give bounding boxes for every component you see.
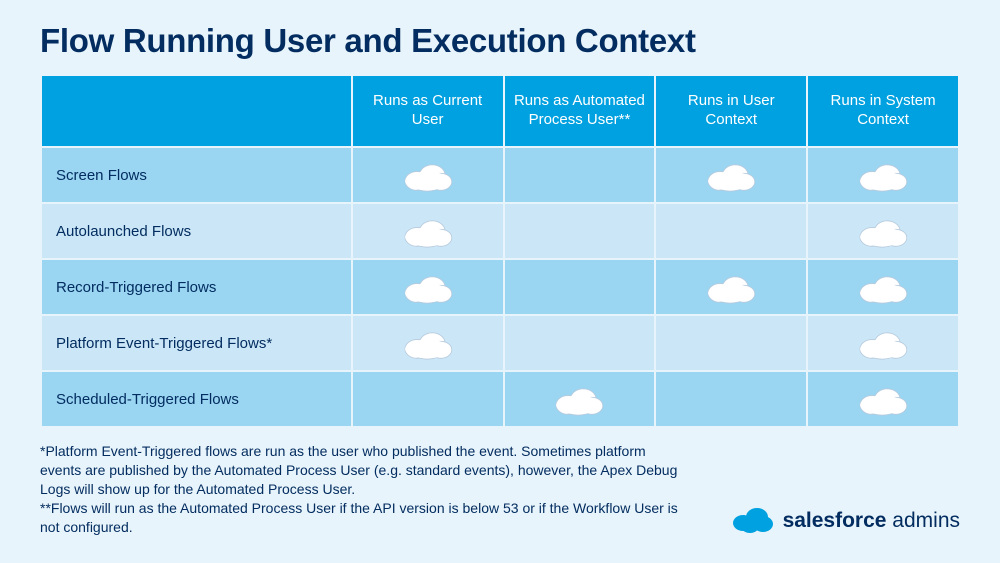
cloud-icon: [849, 222, 917, 239]
cell: [656, 372, 806, 426]
brand-light: admins: [886, 509, 960, 532]
row-label: Platform Event-Triggered Flows*: [42, 316, 351, 370]
table-row: Scheduled-Triggered Flows: [42, 372, 958, 426]
cell: [656, 204, 806, 258]
salesforce-cloud-icon: [729, 502, 775, 539]
footnote-1: *Platform Event-Triggered flows are run …: [40, 442, 680, 499]
cell: [505, 148, 655, 202]
cell: [808, 204, 958, 258]
row-label: Autolaunched Flows: [42, 204, 351, 258]
cell: [505, 372, 655, 426]
cloud-icon: [697, 166, 765, 183]
cell: [353, 316, 503, 370]
cloud-icon: [394, 166, 462, 183]
cloud-icon: [849, 166, 917, 183]
row-label: Record-Triggered Flows: [42, 260, 351, 314]
cloud-icon: [849, 278, 917, 295]
cell: [808, 372, 958, 426]
page-title: Flow Running User and Execution Context: [40, 22, 960, 60]
cell: [808, 148, 958, 202]
table-row: Screen Flows: [42, 148, 958, 202]
cloud-icon: [849, 334, 917, 351]
cell: [353, 372, 503, 426]
col-header-current-user: Runs as Current User: [353, 76, 503, 146]
table-row: Platform Event-Triggered Flows*: [42, 316, 958, 370]
cell: [656, 260, 806, 314]
row-label: Screen Flows: [42, 148, 351, 202]
col-header-automated-user: Runs as Automated Process User**: [505, 76, 655, 146]
col-header-user-context: Runs in User Context: [656, 76, 806, 146]
cell: [808, 260, 958, 314]
table-row: Autolaunched Flows: [42, 204, 958, 258]
cell: [505, 260, 655, 314]
footnote-2: **Flows will run as the Automated Proces…: [40, 499, 680, 537]
row-label: Scheduled-Triggered Flows: [42, 372, 351, 426]
cloud-icon: [697, 278, 765, 295]
cloud-icon: [394, 222, 462, 239]
cell: [505, 204, 655, 258]
brand-text: salesforce admins: [783, 509, 960, 533]
table-row: Record-Triggered Flows: [42, 260, 958, 314]
flow-context-table: Runs as Current User Runs as Automated P…: [40, 74, 960, 428]
cell: [353, 204, 503, 258]
cloud-icon: [849, 390, 917, 407]
brand: salesforce admins: [729, 502, 960, 539]
col-header-blank: [42, 76, 351, 146]
cell: [808, 316, 958, 370]
cell: [656, 148, 806, 202]
cell: [353, 148, 503, 202]
brand-strong: salesforce: [783, 509, 887, 532]
footnotes: *Platform Event-Triggered flows are run …: [40, 442, 680, 536]
col-header-system-context: Runs in System Context: [808, 76, 958, 146]
cell: [505, 316, 655, 370]
cell: [353, 260, 503, 314]
table-header-row: Runs as Current User Runs as Automated P…: [42, 76, 958, 146]
cell: [656, 316, 806, 370]
cloud-icon: [545, 390, 613, 407]
cloud-icon: [394, 334, 462, 351]
cloud-icon: [394, 278, 462, 295]
